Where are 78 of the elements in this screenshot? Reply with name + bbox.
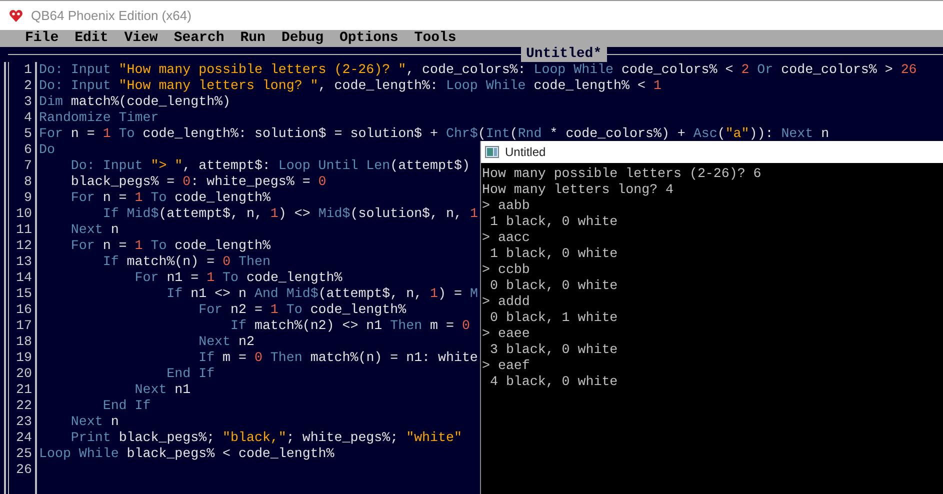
menu-item[interactable]: View [124,30,158,47]
console-output-line: 4 black, 0 white [488,373,618,392]
line-number: 2 [24,78,32,94]
line-number: 19 [16,350,32,366]
code-line: Do [39,141,55,160]
code-line: Do: Input "> ", attempt$: Loop Until Len(attempt$) [70,157,470,175]
code-line: For n2 = 1 To code_length% [198,301,406,319]
code-line: Next n2 [198,333,254,351]
line-number: 9 [24,190,32,206]
code-line: If n1 <> n And Mid$(attempt$, n, 1) = M [166,285,478,303]
code-line: If match%(n) = 0 Then [102,253,270,271]
code-line: Next n [70,221,119,240]
menu-item[interactable]: Tools [414,30,456,47]
console-output-line: > eaee [482,325,530,343]
code-line: If Mid$(attempt$, n, 1) <> Mid$(solution$, n, 1 [102,205,478,224]
menu-item[interactable]: File [25,30,59,47]
code-line: Next n [70,413,119,431]
line-number: 17 [16,318,32,334]
console-output-line: > addd [482,293,530,311]
code-line: Print black_pegs%; "black,"; white_pegs%; "white" [70,429,462,447]
line-number: 15 [16,286,32,302]
line-number: 16 [16,302,32,318]
line-number: 10 [16,206,32,222]
line-number: 8 [24,174,32,190]
code-line: black_pegs% = 0: white_pegs% = 0 [70,173,326,191]
line-number: 6 [24,142,32,158]
console-output-line: > eaef [482,357,530,375]
console-output-line: How many possible letters (2-26)? 6 [482,165,762,183]
console-output-line: How many letters long? 4 [482,181,674,199]
code-line: Next n1 [134,381,191,399]
line-number: 21 [16,382,32,398]
console-output-line: 0 black, 0 white [488,277,618,295]
code-line: For n = 1 To code_length% [70,237,270,255]
code-line: If match%(n2) <> n1 Then m = 0 [230,317,470,336]
menu-item[interactable]: Search [174,30,224,47]
code-line: Randomize Timer [39,109,159,127]
console-window-icon [485,146,499,158]
code-line: Do: Input "How many letters long? ", code_length%: Loop While code_length% < 1 [39,77,662,95]
window-title: QB64 Phoenix Edition (x64) [31,6,192,25]
line-number: 25 [16,446,32,462]
code-line: For n1 = 1 To code_length% [134,269,342,287]
line-number: 14 [16,270,32,286]
console-title: Untitled [505,144,546,161]
menu-item[interactable]: Edit [74,30,108,47]
line-number: 13 [16,254,32,270]
menu-item[interactable]: Run [240,30,266,47]
console-output-line: > ccbb [482,261,530,279]
editor-tab[interactable]: Untitled* [521,47,607,62]
line-number: 4 [24,110,32,126]
console-output-line: 3 black, 0 white [488,341,618,359]
line-number: 23 [16,414,32,430]
code-line: Do: Input "How many possible letters (2-26)? ", code_colors%: Loop While code_colors% < 2 Or code_colors% > 26 [39,61,917,79]
line-number: 11 [16,222,32,238]
line-number: 18 [16,334,32,350]
line-number: 12 [16,238,32,254]
line-number: 5 [24,126,32,142]
code-line: Dim match%(code_length%) [39,93,231,111]
console-output-line: 1 black, 0 white [488,213,618,232]
line-number: 3 [24,94,32,110]
line-number: 26 [16,462,32,478]
menu-item[interactable]: Options [339,30,398,47]
code-line: If m = 0 Then match%(n) = n1: white [198,349,478,367]
console-output-line: > aabb [482,197,530,215]
console-output-line: 1 black, 0 white [488,245,618,263]
app-logo-icon [9,8,23,22]
line-number: 1 [24,62,32,78]
code-line: For n = 1 To code_length%: solution$ = solution$ + Chr$(Int(Rnd * code_colors%) + Asc("a")): Next n [39,125,830,144]
line-number: 24 [16,430,32,446]
line-number: 7 [24,158,32,174]
code-line: For n = 1 To code_length% [70,189,270,207]
code-line: Loop While black_pegs% < code_length% [39,445,334,464]
console-output-line: > aacc [482,229,530,247]
code-line: End If [102,397,151,416]
console-output-line: 0 black, 1 white [488,309,618,328]
menu-item[interactable]: Debug [281,30,324,47]
code-line: End If [166,365,215,384]
line-number: 20 [16,366,32,382]
line-number: 22 [16,398,32,414]
